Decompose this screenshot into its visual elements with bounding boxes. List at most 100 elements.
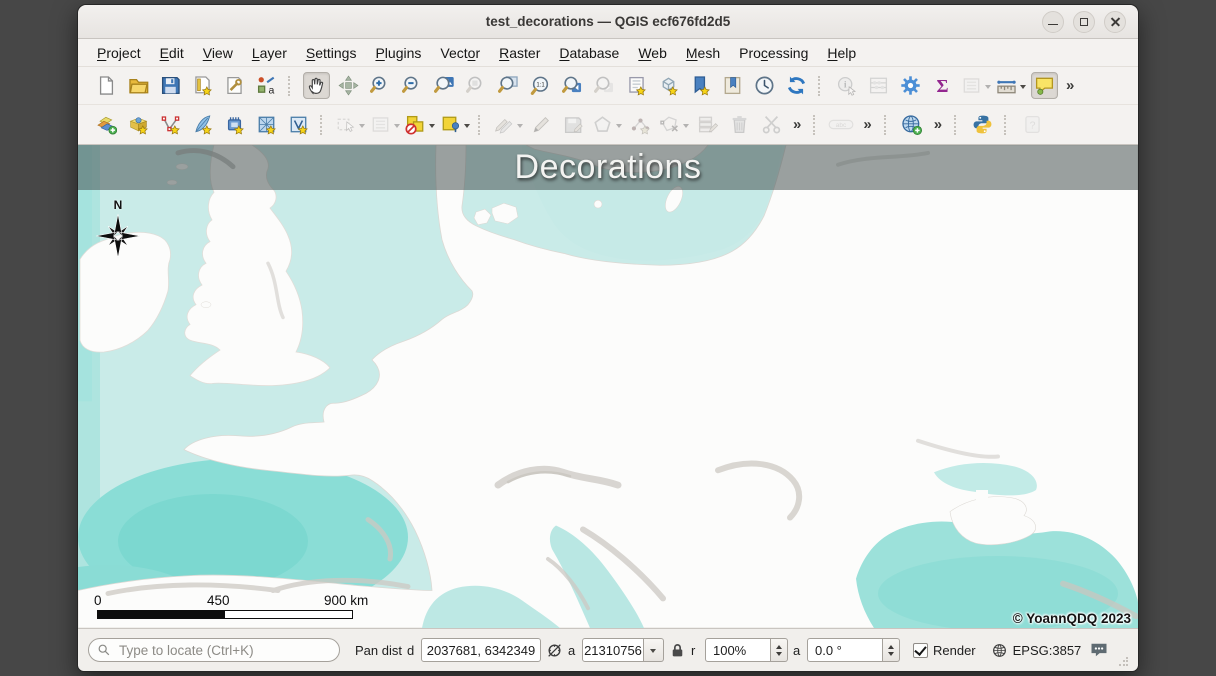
toolbar-overflow-button[interactable]: » <box>930 116 946 133</box>
zoom-out-button[interactable] <box>399 72 426 99</box>
lock-scale-icon[interactable] <box>669 642 686 659</box>
scale-combo[interactable]: 21310756 <box>582 638 644 662</box>
menu-mesh[interactable]: Mesh <box>677 42 729 64</box>
magnifier-spinbox[interactable]: 100% <box>705 638 788 662</box>
pan-to-selection-button[interactable] <box>335 72 362 99</box>
temporal-controller-button[interactable] <box>751 72 778 99</box>
toolbar-separator <box>813 115 819 135</box>
new-mesh-layer-button[interactable] <box>253 111 280 138</box>
new-spatial-bookmark-button[interactable] <box>687 72 714 99</box>
resize-grip[interactable] <box>1118 657 1128 667</box>
select-by-value-button <box>370 111 400 138</box>
chevron-down-icon[interactable] <box>616 124 622 131</box>
zoom-in-button[interactable] <box>367 72 394 99</box>
python-console-button[interactable] <box>969 111 996 138</box>
style-manager-button[interactable]: a <box>253 72 280 99</box>
open-project-button[interactable] <box>125 72 152 99</box>
show-spatial-bookmarks-button[interactable] <box>719 72 746 99</box>
scale-dropdown-button[interactable] <box>644 638 664 662</box>
new-project-button[interactable] <box>93 72 120 99</box>
map-canvas[interactable]: Decorations N 0 450 900 km © YoannQDQ 20… <box>78 145 1138 628</box>
layouts-list-button <box>961 72 991 99</box>
zoom-layer-icon <box>498 75 519 96</box>
zoom-native-button[interactable]: 1:1 <box>527 72 554 99</box>
maximize-button[interactable] <box>1073 11 1095 33</box>
zoom-last-button[interactable] <box>559 72 586 99</box>
chevron-down-icon[interactable] <box>1020 85 1026 92</box>
menu-layer[interactable]: Layer <box>243 42 296 64</box>
menu-bar: ProjectEditViewLayerSettingsPluginsVecto… <box>78 39 1138 67</box>
toolbar-overflow-button[interactable]: » <box>1062 77 1078 94</box>
processing-toolbox-button[interactable] <box>897 72 924 99</box>
minimize-button[interactable] <box>1042 11 1064 33</box>
deselect-features-button[interactable] <box>405 111 435 138</box>
measure-button[interactable] <box>996 72 1026 99</box>
zoom-full-button[interactable] <box>431 72 458 99</box>
new-spatialite-layer-button[interactable] <box>189 111 216 138</box>
save-project-button[interactable] <box>157 72 184 99</box>
menu-processing[interactable]: Processing <box>730 42 817 64</box>
zoom-to-layer-button[interactable] <box>495 72 522 99</box>
select-rect-icon <box>335 114 356 135</box>
zoom-out-icon <box>402 75 423 96</box>
delete-selected-button <box>726 111 753 138</box>
chevron-down-icon[interactable] <box>517 124 523 131</box>
rotation-value: 0.0 ° <box>815 643 842 658</box>
menu-help[interactable]: Help <box>818 42 865 64</box>
metasearch-button[interactable] <box>898 111 925 138</box>
rotation-spin-buttons[interactable] <box>883 638 900 662</box>
spin-down-icon <box>888 652 894 659</box>
menu-web[interactable]: Web <box>629 42 676 64</box>
new-3d-map-view-button[interactable] <box>655 72 682 99</box>
chevron-down-icon[interactable] <box>683 124 689 131</box>
layout-manager-icon <box>224 75 245 96</box>
menu-view[interactable]: View <box>194 42 242 64</box>
data-source-manager-button[interactable] <box>93 111 120 138</box>
menu-edit[interactable]: Edit <box>151 42 193 64</box>
magnifier-spin-buttons[interactable] <box>771 638 788 662</box>
new-map-view-button[interactable] <box>623 72 650 99</box>
save-icon <box>160 75 181 96</box>
coordinate-box[interactable]: 2037681, 6342349 <box>421 638 541 662</box>
extent-toggle-icon[interactable] <box>546 642 563 659</box>
render-checkbox[interactable] <box>913 643 928 658</box>
current-edits-button <box>493 111 523 138</box>
toolbar-overflow-button[interactable]: » <box>789 116 805 133</box>
chevron-down-icon[interactable] <box>429 124 435 131</box>
new-print-layout-button[interactable] <box>189 72 216 99</box>
chevron-down-icon[interactable] <box>464 124 470 131</box>
magnifier-value-box[interactable]: 100% <box>705 638 771 662</box>
locator-search[interactable] <box>88 638 340 662</box>
locator-input[interactable] <box>117 642 331 659</box>
new-temporary-scratch-layer-button[interactable] <box>221 111 248 138</box>
new-geopackage-layer-button[interactable] <box>125 111 152 138</box>
save-edits-icon <box>563 114 584 135</box>
menu-project[interactable]: Project <box>88 42 150 64</box>
menu-settings[interactable]: Settings <box>297 42 366 64</box>
new-shapefile-layer-button[interactable] <box>157 111 184 138</box>
menu-database[interactable]: Database <box>550 42 628 64</box>
close-button[interactable] <box>1104 11 1126 33</box>
chevron-down-icon[interactable] <box>985 85 991 92</box>
menu-raster[interactable]: Raster <box>490 42 549 64</box>
title-bar[interactable]: test_decorations — QGIS ecf676fd2d5 <box>78 5 1138 39</box>
show-layout-manager-button[interactable] <box>221 72 248 99</box>
menu-plugins[interactable]: Plugins <box>366 42 430 64</box>
toolbar-overflow-button[interactable]: » <box>859 116 875 133</box>
statistical-summary-button[interactable]: Σ <box>929 72 956 99</box>
map-tips-button[interactable] <box>1031 72 1058 99</box>
rotation-value-box[interactable]: 0.0 ° <box>807 638 883 662</box>
select-by-location-button[interactable] <box>440 111 470 138</box>
pentagon-icon <box>592 114 613 135</box>
new-virtual-layer-button[interactable] <box>285 111 312 138</box>
scale-bar-fill <box>98 611 225 618</box>
toolbar-separator <box>884 115 890 135</box>
crs-status[interactable]: EPSG:3857 <box>991 642 1082 659</box>
menu-vector[interactable]: Vector <box>431 42 489 64</box>
pan-map-button[interactable] <box>303 72 330 99</box>
chevron-down-icon[interactable] <box>359 124 365 131</box>
chevron-down-icon[interactable] <box>394 124 400 131</box>
refresh-map-button[interactable] <box>783 72 810 99</box>
messages-button[interactable] <box>1089 640 1109 660</box>
rotation-spinbox[interactable]: 0.0 ° <box>807 638 900 662</box>
